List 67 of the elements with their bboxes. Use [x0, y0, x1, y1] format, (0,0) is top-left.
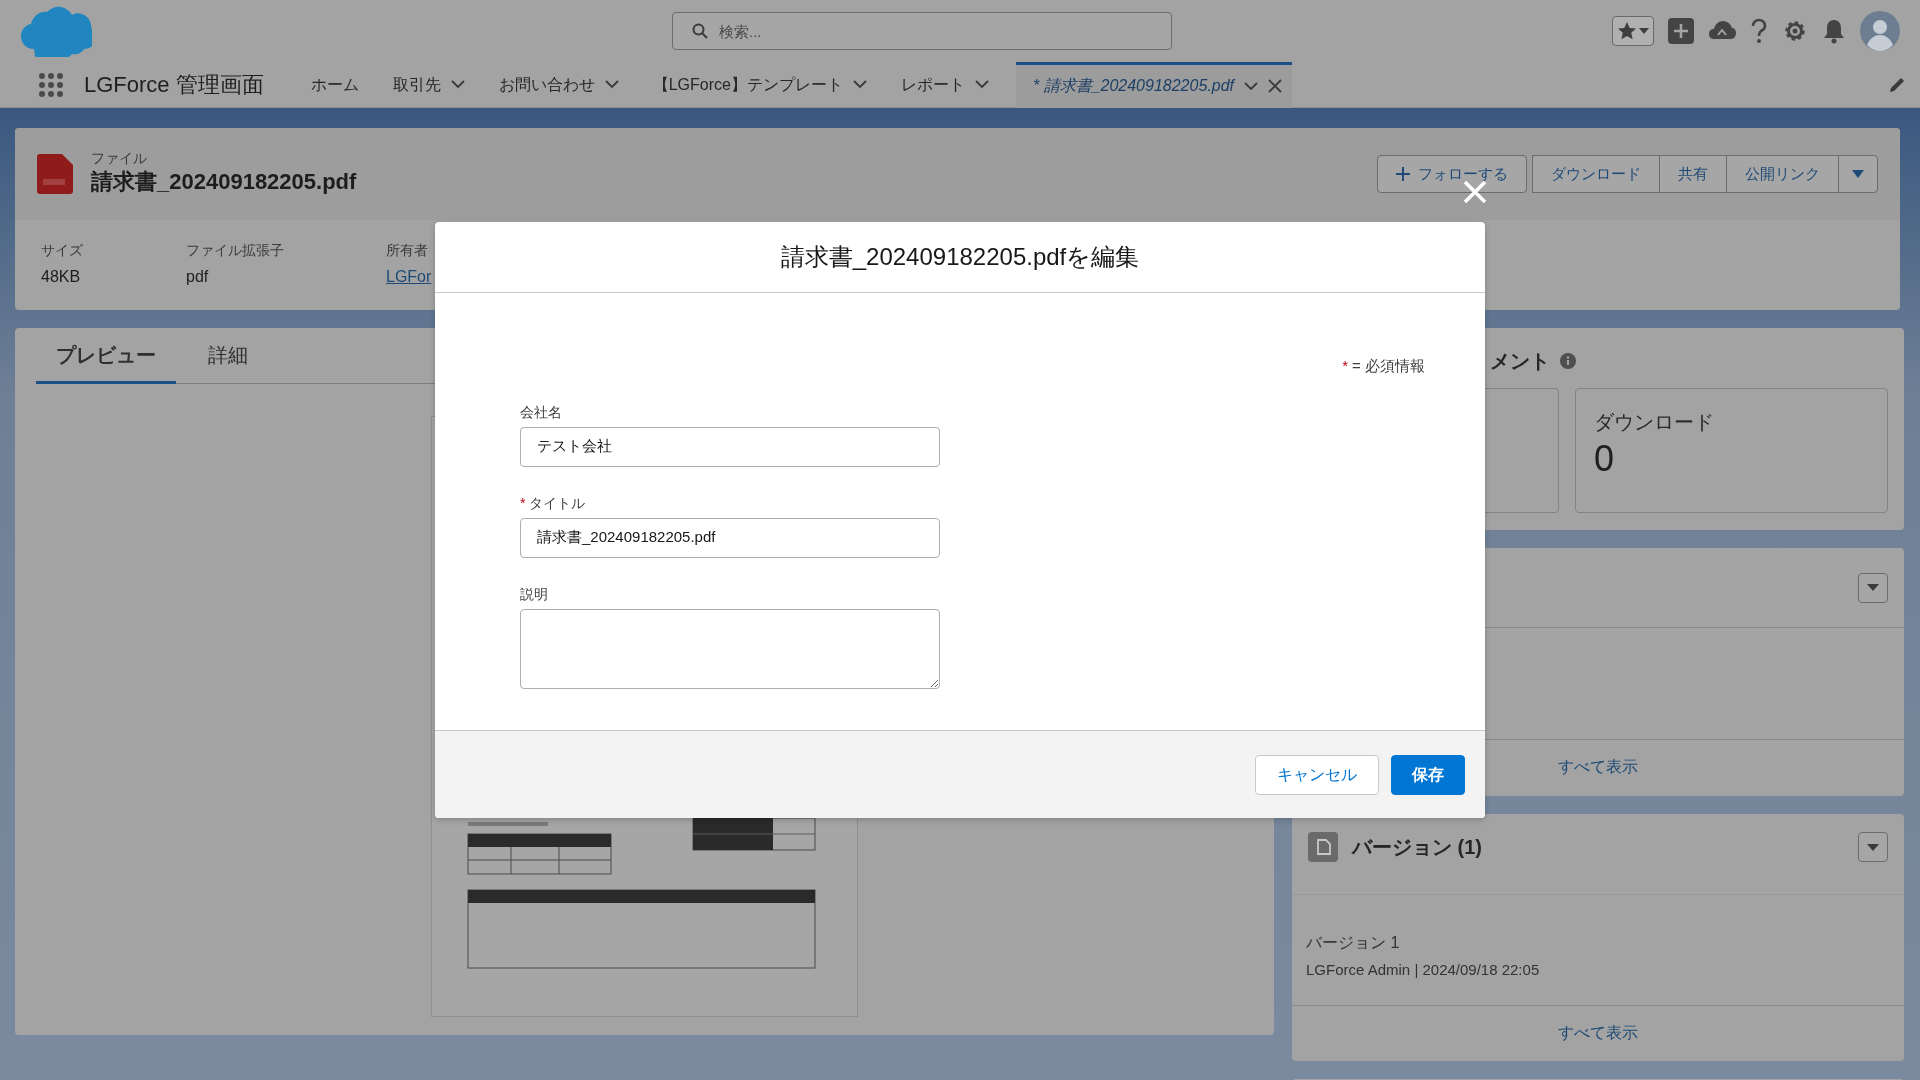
view-all-link[interactable]: すべて表示: [1558, 755, 1638, 779]
caret-down-icon: [1639, 28, 1649, 34]
stat-value: 0: [1594, 437, 1616, 481]
owner-link[interactable]: LGFor: [386, 265, 432, 289]
input-field[interactable]: 請求書_202409182205.pdf: [520, 517, 940, 558]
action-button[interactable]: 公開リンク: [1726, 155, 1839, 193]
modal-title: 請求書_202409182205.pdfを編集: [780, 242, 1140, 272]
nav-tab[interactable]: レポート: [900, 72, 965, 97]
version-meta: LGForce Admin | 2024/09/18 22:05: [1306, 960, 1541, 980]
settings-icon[interactable]: [1782, 18, 1808, 44]
required-legend: * = 必須情報: [1342, 355, 1425, 378]
record-type: ファイル: [91, 150, 148, 165]
action-button[interactable]: ダウンロード: [1532, 155, 1660, 193]
save-button[interactable]: 保存: [1391, 754, 1465, 795]
caret-down-icon: [1852, 170, 1864, 178]
search-field[interactable]: 検索...: [672, 12, 1172, 50]
action-button[interactable]: 共有: [1659, 155, 1727, 193]
nav-tab[interactable]: * 請求書_202409182205.pdf: [1032, 74, 1234, 98]
nav-tab[interactable]: お問い合わせ: [498, 72, 595, 97]
chevron-down-icon[interactable]: [974, 80, 989, 89]
field-value: pdf: [186, 267, 210, 287]
chevron-down-icon[interactable]: [604, 80, 619, 89]
chevron-down-icon[interactable]: [450, 80, 465, 89]
record-title: 請求書_202409182205.pdf: [91, 167, 357, 196]
field-value: 48KB: [41, 267, 82, 287]
caret-down-icon: [1867, 843, 1879, 851]
field-label: * タイトル: [520, 493, 586, 513]
card-menu-button[interactable]: [1858, 832, 1888, 862]
cancel-button[interactable]: キャンセル: [1255, 754, 1379, 795]
plus-icon: [1396, 167, 1410, 181]
card-menu-button[interactable]: [1858, 572, 1888, 603]
help-icon[interactable]: [1750, 18, 1768, 44]
field-label: ファイル拡張子: [186, 241, 285, 260]
pdf-file-icon: [37, 154, 73, 194]
action-button[interactable]: フォローする: [1377, 155, 1527, 193]
cloud-logo: [20, 5, 92, 57]
bell-icon[interactable]: [1822, 18, 1846, 44]
favorites-button[interactable]: [1612, 16, 1654, 46]
close-tab-button[interactable]: [1268, 79, 1282, 93]
more-actions-button[interactable]: [1838, 155, 1878, 193]
search-icon: [692, 23, 708, 39]
caret-down-icon: [1867, 584, 1879, 591]
input-field[interactable]: テスト会社: [520, 426, 940, 467]
app-launcher-icon[interactable]: [38, 71, 64, 98]
tab[interactable]: プレビュー: [36, 328, 176, 384]
add-icon[interactable]: [1668, 18, 1694, 44]
tab[interactable]: 詳細: [188, 328, 268, 384]
field-label: 所有者: [386, 241, 429, 260]
info-icon: [1560, 353, 1576, 369]
card-title: バージョン (1): [1352, 835, 1482, 860]
chevron-down-icon[interactable]: [852, 80, 867, 89]
app-name: LGForce 管理画面: [84, 71, 264, 99]
view-all-link[interactable]: すべて表示: [1558, 1021, 1638, 1045]
nav-tab[interactable]: 取引先: [392, 72, 441, 97]
version-name: バージョン 1: [1306, 933, 1401, 953]
card-title: メント: [1490, 349, 1550, 374]
document-icon: [1308, 832, 1338, 862]
edit-icon[interactable]: [1888, 75, 1906, 94]
field-label: 説明: [520, 584, 548, 604]
field-label: 会社名: [520, 402, 562, 422]
chevron-down-icon[interactable]: [1244, 81, 1258, 91]
nav-tab[interactable]: ホーム: [310, 72, 359, 97]
nav-tab[interactable]: 【LGForce】テンプレート: [652, 72, 843, 97]
stat-label: ダウンロード: [1594, 410, 1715, 435]
star-icon: [1617, 21, 1637, 41]
avatar-icon[interactable]: [1860, 11, 1900, 51]
field-label: サイズ: [41, 241, 84, 260]
